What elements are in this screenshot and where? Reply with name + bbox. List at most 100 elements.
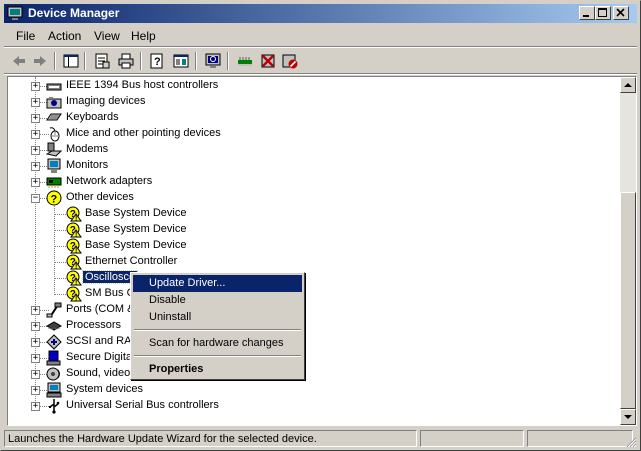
expand-icon[interactable]: +	[31, 130, 40, 139]
expand-icon[interactable]: +	[31, 338, 40, 347]
uninstall-menu-item[interactable]: Uninstall	[133, 309, 302, 326]
title-bar[interactable]: Device Manager	[4, 4, 637, 23]
tree-category[interactable]: + Universal Serial Bus controllers	[8, 398, 608, 414]
menu-view[interactable]: View	[90, 29, 124, 43]
tree-device-label: Oscillosco	[81, 270, 139, 284]
maximize-button[interactable]	[595, 6, 611, 20]
maximize-icon	[598, 8, 607, 17]
vertical-scrollbar[interactable]	[620, 77, 636, 425]
tree-category[interactable]: + Modems	[8, 142, 608, 158]
toolbar-separator	[4, 73, 637, 75]
console-tree-button[interactable]	[171, 51, 191, 71]
scan-hardware-button[interactable]	[203, 51, 223, 71]
toolbar-divider	[140, 52, 142, 70]
tree-device-label: Base System Device	[85, 223, 187, 235]
tree-category-other-devices[interactable]: − ? Other devices	[8, 190, 608, 206]
disable-device-button[interactable]	[258, 51, 278, 71]
tree-category[interactable]: + SCSI and RAI	[8, 334, 608, 350]
tree-connector	[54, 278, 66, 279]
uninstall-device-button[interactable]	[280, 51, 300, 71]
properties-icon	[95, 53, 110, 69]
properties-button[interactable]	[92, 51, 112, 71]
scan-hardware-icon	[205, 53, 221, 68]
status-panel-2	[420, 430, 524, 447]
tree-category[interactable]: + Secure Digita	[8, 350, 608, 366]
back-button[interactable]	[9, 51, 29, 71]
tree-category[interactable]: + Monitors	[8, 158, 608, 174]
menu-help[interactable]: Help	[127, 29, 160, 43]
help-button[interactable]: ?	[147, 51, 167, 71]
disable-device-icon	[261, 54, 275, 68]
expand-icon[interactable]: +	[31, 402, 40, 411]
tree-category[interactable]: + Imaging devices	[8, 94, 608, 110]
expand-icon[interactable]: +	[31, 98, 40, 107]
tree-category[interactable]: + Keyboards	[8, 110, 608, 126]
tree-category[interactable]: + Network adapters	[8, 174, 608, 190]
ieee1394-icon	[46, 83, 62, 91]
tree-device[interactable]: ?! Base System Device	[8, 206, 608, 222]
tree-category-label: Universal Serial Bus controllers	[66, 399, 219, 411]
monitor-icon	[47, 158, 61, 173]
update-driver-icon	[238, 57, 252, 66]
close-button[interactable]	[613, 6, 629, 20]
collapse-icon[interactable]: −	[31, 194, 40, 203]
scroll-thumb[interactable]	[620, 192, 636, 409]
menu-item-label: Disable	[149, 294, 186, 306]
menu-separator	[134, 329, 301, 331]
forward-button[interactable]	[30, 51, 50, 71]
tree-category[interactable]: + Processors	[8, 318, 608, 334]
expand-icon[interactable]: +	[31, 354, 40, 363]
tree-device-label: Base System Device	[85, 239, 187, 251]
sound-icon	[46, 367, 60, 381]
expand-icon[interactable]: +	[31, 114, 40, 123]
menu-file[interactable]: File	[12, 29, 39, 43]
properties-menu-item[interactable]: Properties	[133, 361, 302, 378]
tree-category-label: Secure Digita	[66, 351, 133, 363]
tree-category-label: Ports (COM &	[66, 303, 135, 315]
scan-hardware-menu-item[interactable]: Scan for hardware changes	[133, 335, 302, 352]
tree-category[interactable]: + Ports (COM &	[8, 302, 608, 318]
tree-category[interactable]: + Mice and other pointing devices	[8, 126, 608, 142]
forward-icon	[34, 56, 46, 66]
minimize-button[interactable]	[579, 6, 595, 20]
update-driver-button[interactable]	[235, 51, 255, 71]
show-hide-tree-button[interactable]	[61, 51, 81, 71]
tree-category[interactable]: + Sound, video	[8, 366, 608, 382]
menu-bar: File Action View Help	[4, 25, 637, 45]
expand-icon[interactable]: +	[31, 146, 40, 155]
context-menu: Update Driver... Disable Uninstall Scan …	[130, 272, 305, 380]
tree-device[interactable]: ?! Base System Device	[8, 238, 608, 254]
expand-icon[interactable]: +	[31, 82, 40, 91]
tree-device[interactable]: ?! Base System Device	[8, 222, 608, 238]
update-driver-menu-item[interactable]: Update Driver...	[133, 275, 302, 292]
expand-icon[interactable]: +	[31, 322, 40, 331]
tree-device[interactable]: ?! Ethernet Controller	[8, 254, 608, 270]
scroll-down-button[interactable]	[620, 409, 636, 425]
warning-device-icon: ?!	[66, 238, 82, 254]
keyboard-icon	[46, 113, 62, 121]
disable-menu-item[interactable]: Disable	[133, 292, 302, 309]
warning-device-icon: ?!	[66, 270, 82, 286]
tree-category[interactable]: + System devices	[8, 382, 608, 398]
tree-category-label: SCSI and RAI	[66, 335, 135, 347]
tree-device[interactable]: ?! SM Bus C	[8, 286, 608, 302]
print-button[interactable]	[116, 51, 136, 71]
tree-category-label: Keyboards	[66, 111, 119, 123]
status-text: Launches the Hardware Update Wizard for …	[8, 433, 317, 445]
tree-category-label: Modems	[66, 143, 109, 155]
menu-action[interactable]: Action	[44, 29, 85, 43]
expand-icon[interactable]: +	[31, 370, 40, 379]
tree-category[interactable]: + IEEE 1394 Bus host controllers	[8, 78, 608, 94]
resize-grip-icon[interactable]	[625, 436, 637, 448]
expand-icon[interactable]: +	[31, 386, 40, 395]
show-hide-tree-icon	[63, 54, 79, 68]
expand-icon[interactable]: +	[31, 306, 40, 315]
device-tree: + IEEE 1394 Bus host controllers + Imagi…	[8, 77, 620, 425]
tree-device-selected[interactable]: ?! Oscillosco	[8, 270, 608, 286]
scroll-up-button[interactable]	[620, 77, 636, 93]
expand-icon[interactable]: +	[31, 178, 40, 187]
tree-category-label: Network adapters	[66, 175, 153, 187]
warning-device-icon: ?!	[66, 254, 82, 270]
expand-icon[interactable]: +	[31, 162, 40, 171]
processor-icon	[46, 321, 62, 331]
